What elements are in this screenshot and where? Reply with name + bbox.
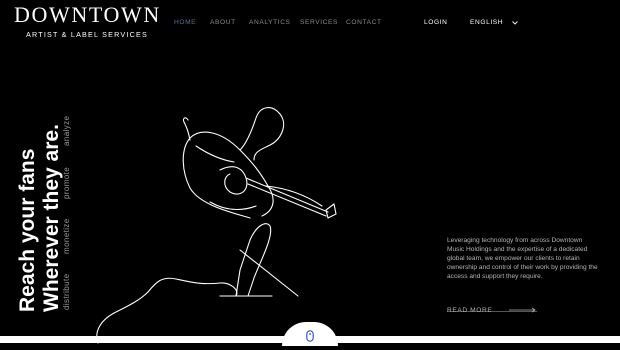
arrow-right-icon <box>509 300 537 318</box>
guitarist-line-illustration <box>90 100 350 350</box>
verb-monetize: monetize <box>62 218 71 254</box>
read-more-label: READ MORE <box>447 307 493 314</box>
description-text: Leveraging technology from across Downto… <box>447 236 598 280</box>
language-label: ENGLISH <box>470 19 504 26</box>
login-link[interactable]: LOGIN <box>424 19 448 26</box>
brand-tagline: ARTIST & LABEL SERVICES <box>25 30 148 39</box>
nav-analytics[interactable]: ANALYTICS <box>249 19 291 26</box>
chevron-down-icon <box>511 20 518 27</box>
brand-logo[interactable]: DOWNTOWN ARTIST & LABEL SERVICES <box>14 2 161 40</box>
verb-analyze: analyze <box>62 115 71 146</box>
hero-verbs: distribute monetize promote analyze <box>62 102 74 312</box>
language-selector[interactable]: ENGLISH <box>470 19 518 26</box>
hero-line-2: Wherever they are. <box>40 124 63 312</box>
nav-about[interactable]: ABOUT <box>210 19 236 26</box>
hero-line-1: Reach your fans <box>16 148 39 312</box>
mouse-scroll-icon <box>306 329 314 347</box>
nav-contact[interactable]: CONTACT <box>346 19 382 26</box>
nav-home[interactable]: HOME <box>174 19 196 26</box>
hero-headline: Reach your fans Wherever they are. <box>16 102 64 312</box>
brand-name: DOWNTOWN <box>14 2 161 27</box>
verb-distribute: distribute <box>62 273 71 310</box>
verb-promote: promote <box>62 166 71 199</box>
read-more-button[interactable]: READ MORE <box>447 299 537 314</box>
nav-services[interactable]: SERVICES <box>300 19 338 26</box>
